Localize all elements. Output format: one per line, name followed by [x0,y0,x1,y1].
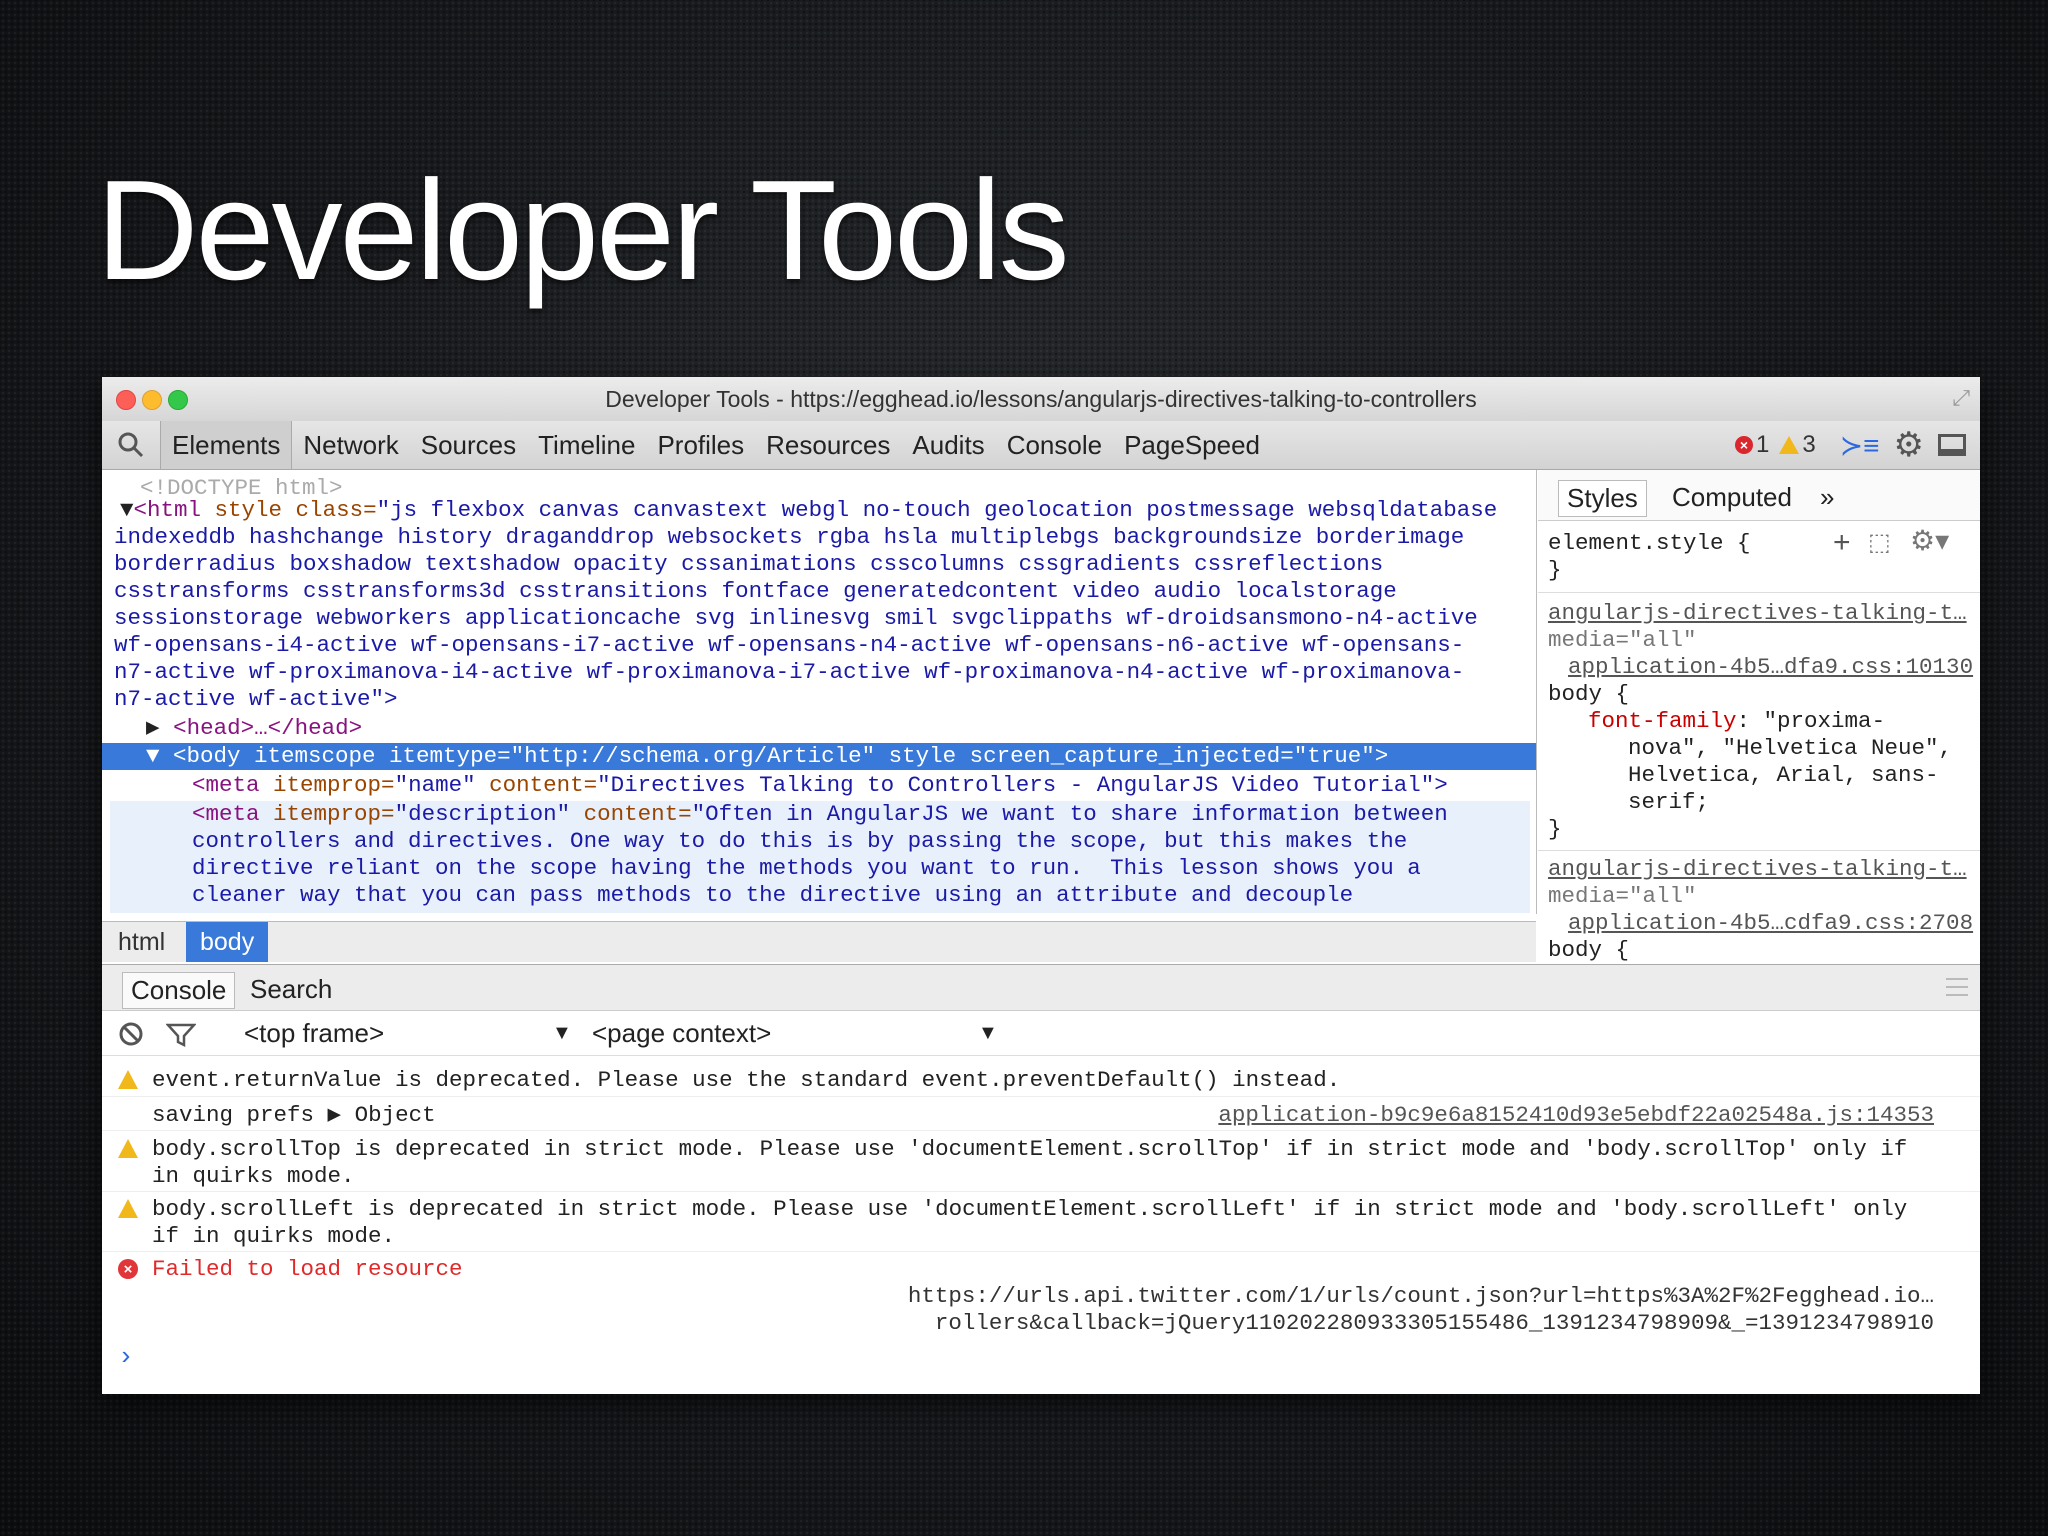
chevron-down-icon[interactable]: ▼ [552,1022,572,1045]
font-family-declaration[interactable]: font-family: "proxima- [1588,708,1885,735]
slide-title: Developer Tools [96,151,1070,310]
tab-console[interactable]: Console [122,972,236,1009]
search-icon[interactable] [116,430,146,460]
tab-network[interactable]: Network [292,421,409,469]
add-rule-icon[interactable]: + [1833,526,1851,560]
window-title: Developer Tools - https://egghead.io/les… [605,386,1477,412]
message-text: body.scrollLeft is deprecated in strict … [152,1196,1908,1222]
fullscreen-icon[interactable]: ⤢ [1952,385,1970,411]
declaration-value: nova", "Helvetica Neue", [1628,735,1953,761]
html-class-line: indexeddb hashchange history draganddrop… [114,524,1465,550]
devtools-window: Developer Tools - https://egghead.io/les… [102,377,1980,1394]
rule-close: } [1548,816,1562,842]
more-tabs-icon[interactable]: » [1812,480,1842,515]
meta-description-line: controllers and directives. One way to d… [192,828,1408,854]
tab-search[interactable]: Search [242,972,340,1007]
frame-select[interactable]: <top frame> [244,1018,384,1049]
context-select[interactable]: <page context> [592,1018,771,1049]
resource-url[interactable]: https://urls.api.twitter.com/1/urls/coun… [908,1283,1934,1310]
html-class-line: borderradius boxshadow textshadow opacit… [114,551,1384,577]
message-text: Failed to load resource [152,1256,463,1282]
html-class-line: sessionstorage webworkers applicationcac… [114,605,1478,631]
html-class-line: csstransforms csstransforms3d csstransit… [114,578,1397,604]
rule-selector: body { [1548,937,1630,963]
console-message: body.scrollLeft is deprecated in strict … [102,1196,1980,1250]
warning-icon [118,1199,138,1218]
tab-audits[interactable]: Audits [901,421,995,469]
tab-computed[interactable]: Computed [1664,480,1800,515]
error-icon: × [118,1259,138,1279]
console-message-error: × Failed to load resource https://urls.a… [102,1256,1980,1336]
css-file-link[interactable]: application-4b5…dfa9.css:10130 [1568,654,1973,681]
panel-tabs: Elements Network Sources Timeline Profiles Re… [160,421,1271,469]
element-state-icon[interactable]: ⬚ [1868,528,1891,557]
declaration-value: Helvetica, Arial, sans- [1628,762,1939,788]
message-text: event.returnValue is deprecated. Please … [152,1067,1341,1093]
rule-media: media="all" [1548,883,1697,909]
breadcrumb: html body [102,921,1536,962]
selected-body-node[interactable]: ▼ <body itemscope itemtype="http://schem… [102,743,1536,770]
rule-source-link[interactable]: angularjs-directives-talking-t… [1548,600,1967,627]
html-node[interactable]: ▼<html style class="js flexbox canvas ca… [120,497,1497,524]
message-text: if in quirks mode. [152,1223,396,1249]
resource-url[interactable]: rollers&callback=jQuery11020228093330515… [935,1310,1934,1337]
declaration-value: serif; [1628,789,1710,815]
panel-toolbar: Elements Network Sources Timeline Profiles Re… [102,421,1980,470]
message-text[interactable]: saving prefs ▶ Object [152,1102,436,1129]
meta-description-node[interactable]: <meta itemprop="description" content="Of… [192,801,1448,828]
tab-resources[interactable]: Resources [755,421,901,469]
tab-pagespeed[interactable]: PageSpeed [1113,421,1271,469]
html-class-line: n7-active wf-active"> [114,686,398,712]
tab-elements[interactable]: Elements [160,421,293,469]
tab-console[interactable]: Console [996,421,1113,469]
error-counter[interactable]: × 1 3 [1734,431,1816,459]
chevron-down-icon[interactable]: ▼ [978,1022,998,1045]
warning-count: 3 [1802,431,1816,458]
message-text: in quirks mode. [152,1163,355,1189]
html-class-line: wf-opensans-i4-active wf-opensans-i7-act… [114,632,1465,658]
meta-description-line: directive reliant on the scope having th… [192,855,1421,881]
tab-profiles[interactable]: Profiles [646,421,755,469]
console-prompt[interactable]: › [118,1342,134,1372]
sidebar-tabs: Styles Computed » [1538,470,1980,521]
console-message: saving prefs ▶ Object application-b9c9e6… [102,1102,1980,1129]
drawer-tabs: Console Search [102,964,1980,1011]
clear-console-icon[interactable] [118,1021,144,1047]
tab-sources[interactable]: Sources [410,421,527,469]
console-message: body.scrollTop is deprecated in strict m… [102,1136,1980,1190]
warning-icon [118,1070,138,1089]
meta-name-node[interactable]: <meta itemprop="name" content="Directive… [192,772,1448,799]
breadcrumb-html[interactable]: html [104,922,179,962]
rule-media: media="all" [1548,627,1697,653]
breadcrumb-body[interactable]: body [186,922,269,962]
meta-description-line: cleaner way that you can pass methods to… [192,882,1354,908]
message-text: body.scrollTop is deprecated in strict m… [152,1136,1908,1162]
console-filter-bar: <top frame> ▼ <page context> ▼ [102,1010,1980,1056]
gear-icon[interactable]: ⚙ [1894,425,1924,465]
rule-source-link[interactable]: angularjs-directives-talking-t… [1548,856,1967,883]
source-link[interactable]: application-b9c9e6a8152410d93e5ebdf22a02… [1218,1102,1934,1129]
error-icon: × [1734,436,1753,454]
dock-side-icon[interactable] [1938,434,1966,456]
rule-selector: body { [1548,681,1630,707]
rule-close: } [1548,557,1562,583]
css-file-link[interactable]: application-4b5…cdfa9.css:2708 [1568,910,1973,937]
filter-icon[interactable] [166,1022,196,1048]
style-settings-icon[interactable]: ⚙▾ [1910,524,1949,557]
html-class-line: n7-active wf-proximanova-i4-active wf-pr… [114,659,1465,685]
title-bar: Developer Tools - https://egghead.io/les… [102,377,1980,421]
tab-styles[interactable]: Styles [1558,480,1647,517]
body-node-text: <body itemscope itemtype="http://schema.… [173,743,1389,769]
elements-tree: <!DOCTYPE html> ▼<html style class="js f… [102,470,1537,914]
element-style-rule[interactable]: element.style { [1548,530,1751,557]
styles-pane: Styles Computed » element.style { } + ⬚ … [1538,470,1980,964]
tab-timeline[interactable]: Timeline [527,421,646,469]
drawer-menu-icon[interactable] [1946,978,1968,996]
warning-icon [1779,436,1800,454]
head-node[interactable]: ▶ <head>…</head> [146,715,362,742]
warning-icon [118,1139,138,1158]
error-count: 1 [1755,431,1770,458]
show-drawer-icon[interactable]: ≻≡ [1840,429,1880,462]
console-message: event.returnValue is deprecated. Please … [102,1067,1980,1094]
